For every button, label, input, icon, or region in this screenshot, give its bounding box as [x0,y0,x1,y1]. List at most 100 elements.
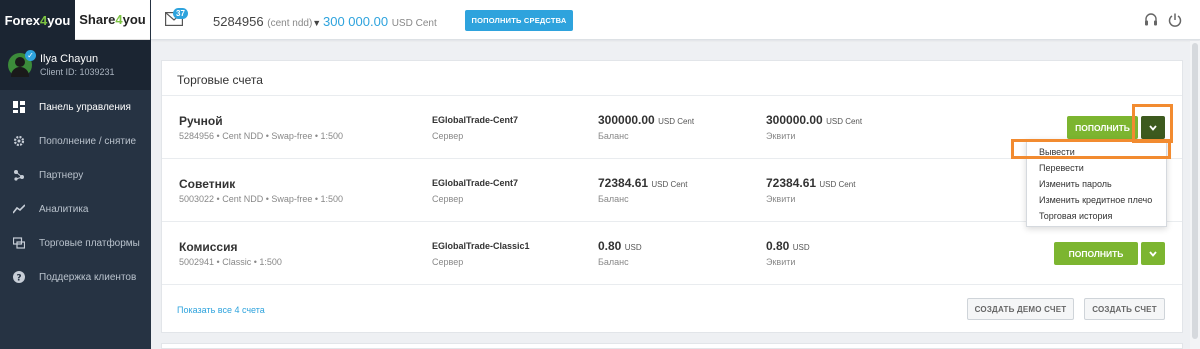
balance-amount: 300000.00 USD Cent [598,113,694,127]
balance-amount: 72384.61 USD Cent [598,176,687,190]
server-name: EGlobalTrade-Cent7 [432,178,519,188]
nav-label: Партнеру [39,169,84,181]
share4you-tab[interactable]: Share 4 you [75,0,150,40]
create-account-button[interactable]: СОЗДАТЬ СЧЕТ [1084,298,1165,320]
scrollbar-thumb[interactable] [1192,43,1198,339]
nav-label: Поддержка клиентов [39,271,137,283]
equity-value: 0.80 [766,239,790,253]
dropdown-item-change-leverage[interactable]: Изменить кредитное плечо [1039,195,1152,205]
balance-label: Баланс [598,194,629,204]
nav-label: Аналитика [39,203,89,215]
equity-label: Эквити [766,257,796,267]
dropdown-item-transfer[interactable]: Перевести [1039,163,1084,173]
mail-count-badge: 37 [173,8,188,19]
account-name[interactable]: Ручной [179,114,223,128]
forex-logo-suffix: you [47,12,71,28]
partner-icon [12,168,26,182]
top-balance-value: 300 000.00 [323,14,389,29]
dropdown-item-change-password[interactable]: Изменить пароль [1039,179,1112,189]
forex-logo-highlight: 4 [40,12,48,28]
balance-currency: USD Cent [658,117,695,126]
server-name: EGlobalTrade-Classic1 [432,241,530,251]
account-number: 5284956 [213,14,264,29]
server-label: Сервер [432,194,464,204]
brand-tabs: Forex 4 you Share 4 you [0,0,151,40]
balance-value: 72384.61 [598,176,649,190]
scrollbar[interactable] [1190,41,1200,349]
dashboard-icon [12,100,26,114]
caret-down-icon: ▼ [312,18,322,28]
account-menu-button[interactable] [1141,242,1165,265]
card-title: Торговые счета [177,73,263,87]
share-logo-highlight: 4 [115,12,123,27]
balance-value: 0.80 [598,239,622,253]
account-row: Комиссия 5002941 • Classic • 1:500 EGlob… [162,222,1182,285]
verified-check-icon: ✓ [25,50,36,61]
platform-icon [12,236,26,250]
account-meta: 5002941 • Classic • 1:500 [179,257,282,267]
topbar: 37 5284956 (cent ndd)▼ 300 000.00 USD Ce… [151,0,1200,40]
balance-currency: USD [624,243,642,252]
equity-value: 72384.61 [766,176,817,190]
client-id: Client ID: 1039231 [40,67,115,77]
forex-logo-prefix: Forex [4,12,41,28]
bottom-card-strip [161,343,1183,349]
help-icon: ? [12,270,26,284]
nav-item-analytics[interactable]: Аналитика [0,192,151,226]
sidebar: Forex 4 you Share 4 you ✓ Ilya Chayun Client… [0,0,151,349]
balance-label: Баланс [598,131,629,141]
server-label: Сервер [432,257,464,267]
deposit-button[interactable]: ПОПОЛНИТЬ [1054,242,1138,265]
deposit-button[interactable]: ПОПОЛНИТЬ [1067,116,1138,139]
nav-label: Пополнение / снятие [39,135,137,147]
account-name[interactable]: Комиссия [179,240,237,254]
top-balance-currency: USD Cent [391,18,437,29]
highlight-menu-button [1132,104,1173,143]
nav-item-dashboard[interactable]: Панель управления [0,90,151,124]
account-selector[interactable]: 5284956 (cent ndd)▼ [213,14,321,29]
share-logo-suffix: you [122,12,146,27]
nav-item-support[interactable]: ? Поддержка клиентов [0,260,151,294]
server-name: EGlobalTrade-Cent7 [432,115,519,125]
equity-amount: 300000.00 USD Cent [766,113,862,127]
account-type: (cent ndd) [267,18,313,29]
equity-currency: USD [792,243,810,252]
top-deposit-button[interactable]: ПОПОЛНИТЬ СРЕДСТВА [465,10,573,31]
balance-amount: 0.80 USD [598,239,642,253]
top-balance: 300 000.00 USD Cent [323,14,437,29]
svg-text:?: ? [16,273,21,283]
balance-value: 300000.00 [598,113,655,127]
nav-item-deposit-withdraw[interactable]: Пополнение / снятие [0,124,151,158]
server-label: Сервер [432,131,464,141]
equity-currency: USD Cent [819,180,856,189]
highlight-withdraw-item [1011,139,1171,159]
nav-item-platforms[interactable]: Торговые платформы [0,226,151,260]
create-demo-account-button[interactable]: СОЗДАТЬ ДЕМО СЧЕТ [967,298,1074,320]
power-icon[interactable] [1168,12,1182,28]
equity-value: 300000.00 [766,113,823,127]
equity-label: Эквити [766,131,796,141]
equity-amount: 72384.61 USD Cent [766,176,855,190]
user-name: Ilya Chayun [40,53,99,65]
share-logo-prefix: Share [79,12,116,27]
user-profile[interactable]: ✓ Ilya Chayun Client ID: 1039231 [0,40,151,90]
account-meta: 5003022 • Cent NDD • Swap-free • 1:500 [179,194,344,204]
nav-label: Торговые платформы [39,237,140,249]
forex4you-tab[interactable]: Forex 4 you [0,0,75,40]
nav-item-partner[interactable]: Партнеру [0,158,151,192]
show-all-accounts-link[interactable]: Показать все 4 счета [177,305,265,315]
nav-label: Панель управления [39,101,131,113]
account-meta: 5284956 • Cent NDD • Swap-free • 1:500 [179,131,344,141]
equity-label: Эквити [766,194,796,204]
balance-currency: USD Cent [651,180,688,189]
dropdown-item-trade-history[interactable]: Торговая история [1039,211,1112,221]
avatar: ✓ [8,50,36,77]
headset-icon[interactable] [1144,12,1158,28]
account-name[interactable]: Советник [179,177,235,191]
equity-currency: USD Cent [826,117,863,126]
equity-amount: 0.80 USD [766,239,810,253]
balance-label: Баланс [598,257,629,267]
gear-icon [12,134,26,148]
chevron-down-icon [1149,250,1157,257]
chart-line-icon [12,202,26,216]
